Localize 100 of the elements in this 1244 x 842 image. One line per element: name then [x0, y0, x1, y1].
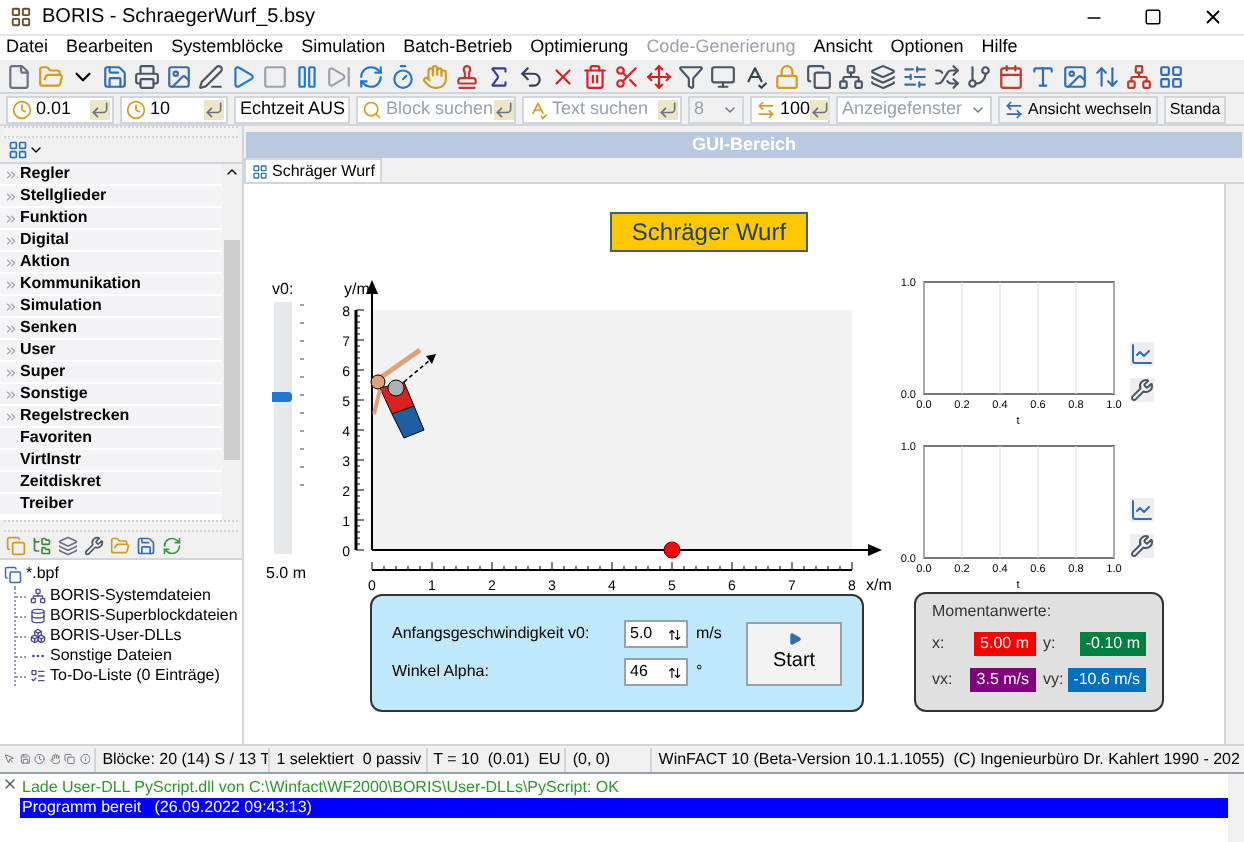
- play-icon[interactable]: [230, 63, 256, 89]
- close-icon[interactable]: [1202, 6, 1224, 28]
- filter-icon[interactable]: [678, 63, 704, 89]
- input-field[interactable]: 100: [750, 95, 830, 123]
- tree-item[interactable]: BORIS-Systemdateien: [50, 584, 211, 608]
- tree-item[interactable]: BORIS-User-DLLs: [50, 624, 182, 648]
- sliders-icon[interactable]: [902, 63, 928, 89]
- caret-icon[interactable]: [28, 142, 44, 158]
- grid-icon[interactable]: [1158, 63, 1184, 89]
- category-item[interactable]: Regelstrecken: [0, 406, 222, 428]
- save-icon[interactable]: [102, 63, 128, 89]
- save-icon[interactable]: [19, 750, 31, 768]
- toolbar-button[interactable]: Ansicht wechseln: [998, 95, 1158, 123]
- palette-icon[interactable]: [8, 140, 28, 160]
- network-icon[interactable]: [838, 63, 864, 89]
- slider-track[interactable]: [274, 302, 292, 554]
- stamp-icon[interactable]: [454, 63, 480, 89]
- category-item[interactable]: Simulation: [0, 296, 222, 318]
- tree-item[interactable]: *.bpf: [26, 562, 59, 586]
- chart-settings-icon[interactable]: [1130, 498, 1154, 522]
- category-item[interactable]: Stellglieder: [0, 186, 222, 208]
- category-item[interactable]: Regler: [0, 164, 222, 186]
- scroll-up-icon[interactable]: [224, 164, 240, 180]
- menu-item[interactable]: Ansicht: [813, 34, 873, 62]
- undo-icon[interactable]: [518, 63, 544, 89]
- number-field[interactable]: 46: [624, 658, 688, 686]
- chart-settings-icon[interactable]: [1130, 342, 1154, 366]
- maximize-icon[interactable]: [1144, 8, 1162, 26]
- scrollbar[interactable]: [1228, 774, 1244, 842]
- shuffle-icon[interactable]: [934, 63, 960, 89]
- menu-item[interactable]: Simulation: [301, 34, 386, 62]
- tree-item[interactable]: To-Do-Liste (0 Einträge): [50, 664, 220, 688]
- text-icon[interactable]: [1030, 63, 1056, 89]
- wrench-icon[interactable]: [84, 535, 104, 555]
- timer-icon[interactable]: [390, 63, 416, 89]
- spellcheck-icon[interactable]: [742, 63, 768, 89]
- trash-icon[interactable]: [582, 63, 608, 89]
- close-icon[interactable]: [2, 776, 18, 792]
- pause-icon[interactable]: [294, 63, 320, 89]
- category-item[interactable]: Sonstige: [0, 384, 222, 406]
- menu-item[interactable]: Optionen: [890, 34, 964, 62]
- enter-icon[interactable]: [204, 99, 224, 119]
- enter-icon[interactable]: [810, 99, 831, 119]
- info-icon[interactable]: [79, 750, 91, 768]
- category-item[interactable]: User: [0, 340, 222, 362]
- sigma-icon[interactable]: [486, 63, 512, 89]
- log-line[interactable]: Lade User-DLL PyScript.dll von C:\Winfact\WF2000\BORIS\User-DLLs\PyScript: OK: [20, 778, 1228, 798]
- scrollbar[interactable]: [222, 164, 242, 520]
- category-item[interactable]: Funktion: [0, 208, 222, 230]
- refresh-icon[interactable]: [162, 535, 182, 555]
- layers-icon[interactable]: [58, 535, 78, 555]
- hand-icon[interactable]: [49, 750, 61, 768]
- folder-tree-icon[interactable]: [32, 535, 52, 555]
- menu-item[interactable]: Batch-Betrieb: [403, 34, 513, 62]
- delete-icon[interactable]: [550, 63, 576, 89]
- new-file-icon[interactable]: [6, 63, 32, 89]
- category-item[interactable]: Kommunikation: [0, 274, 222, 296]
- scissors-icon[interactable]: [614, 63, 640, 89]
- tree-item[interactable]: BORIS-Superblockdateien: [50, 604, 238, 628]
- branch-icon[interactable]: [966, 63, 992, 89]
- start-button[interactable]: Start: [746, 621, 842, 685]
- menu-item[interactable]: Systemblöcke: [171, 34, 284, 62]
- move-icon[interactable]: [646, 63, 672, 89]
- slider-thumb[interactable]: [272, 391, 292, 402]
- input-field[interactable]: 0.01: [6, 95, 114, 123]
- printer-icon[interactable]: [134, 63, 160, 89]
- scrollbar[interactable]: [1224, 184, 1244, 744]
- copy-icon[interactable]: [64, 750, 76, 768]
- tools-icon[interactable]: [1130, 378, 1154, 402]
- clock-icon[interactable]: [34, 750, 46, 768]
- category-item[interactable]: Zeitdiskret: [0, 472, 222, 494]
- copy-icon[interactable]: [806, 63, 832, 89]
- enter-icon[interactable]: [493, 99, 514, 119]
- category-item[interactable]: Favoriten: [0, 428, 222, 450]
- calendar-icon[interactable]: [998, 63, 1024, 89]
- category-item[interactable]: Super: [0, 362, 222, 384]
- pen-icon[interactable]: [198, 63, 224, 89]
- dropdown[interactable]: Echtzeit AUS: [234, 95, 350, 123]
- tools-icon[interactable]: [1130, 534, 1154, 558]
- category-item[interactable]: VirtInstr: [0, 450, 222, 472]
- category-item[interactable]: Senken: [0, 318, 222, 340]
- pointer-icon[interactable]: [4, 750, 16, 768]
- category-item[interactable]: Aktion: [0, 252, 222, 274]
- category-item[interactable]: Digital: [0, 230, 222, 252]
- number-field[interactable]: 5.0: [624, 620, 688, 648]
- refresh-icon[interactable]: [358, 63, 384, 89]
- tree-item[interactable]: Sonstige Dateien: [50, 644, 172, 668]
- save-icon[interactable]: [136, 535, 156, 555]
- menu-item[interactable]: Hilfe: [981, 34, 1018, 62]
- tree-icon[interactable]: [1126, 63, 1152, 89]
- picture-icon[interactable]: [1062, 63, 1088, 89]
- stepper-icon[interactable]: [668, 625, 682, 643]
- menu-item[interactable]: Optimierung: [530, 34, 629, 62]
- menu-item[interactable]: Datei: [6, 34, 49, 62]
- enter-icon[interactable]: [90, 99, 110, 119]
- layers-icon[interactable]: [870, 63, 896, 89]
- enter-icon[interactable]: [658, 99, 678, 119]
- category-item[interactable]: Treiber: [0, 494, 222, 516]
- monitor-icon[interactable]: [710, 63, 736, 89]
- input-field[interactable]: 10: [120, 95, 228, 123]
